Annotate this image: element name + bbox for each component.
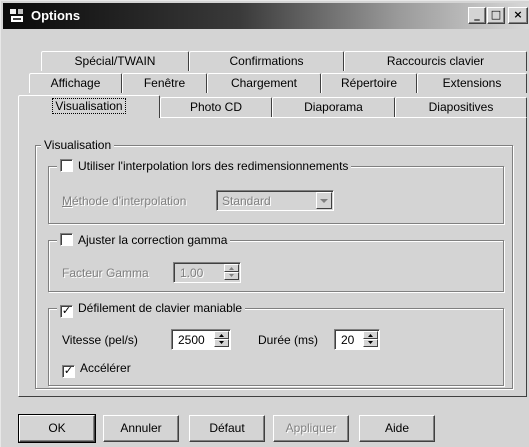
speed-spin-buttons[interactable]: [214, 331, 229, 348]
gamma-checkbox-label: Ajuster la correction gamma: [78, 233, 228, 247]
options-window: Options _ □ × Spécial/TWAIN Confirmation…: [0, 0, 529, 447]
tab-label: Confirmations: [229, 54, 304, 68]
tab-label: Visualisation: [52, 98, 126, 114]
gamma-checkbox-row[interactable]: Ajuster la correction gamma: [57, 233, 231, 247]
speed-spinner[interactable]: 2500: [171, 329, 231, 350]
duration-label: Durée (ms): [258, 333, 319, 347]
tab-diapositives[interactable]: Diapositives: [395, 97, 527, 117]
checkmark-icon: ✓: [63, 365, 74, 377]
maximize-button[interactable]: □: [487, 7, 505, 24]
checkmark-icon: ✓: [61, 305, 72, 317]
interpolation-method-value: Standard: [222, 194, 271, 208]
arrow-down-icon[interactable]: [224, 272, 239, 280]
gamma-spin-buttons[interactable]: [224, 264, 239, 281]
tab-diaporama[interactable]: Diaporama: [272, 97, 395, 117]
accelerate-checkbox-label: Accélérer: [80, 361, 131, 375]
maximize-icon: □: [490, 8, 502, 21]
ok-button-label: OK: [48, 421, 66, 435]
arrow-up-icon[interactable]: [214, 331, 229, 339]
gamma-checkbox[interactable]: [60, 233, 73, 246]
default-button-label: Défaut: [209, 421, 245, 435]
dropdown-button[interactable]: [316, 192, 332, 209]
interpolation-method-select[interactable]: Standard: [216, 190, 334, 211]
tab-photo-cd[interactable]: Photo CD: [160, 97, 272, 117]
tab-label: Extensions: [442, 76, 502, 90]
duration-spinner[interactable]: 20: [334, 329, 380, 350]
minimize-icon: _: [474, 8, 480, 21]
tab-fenetre[interactable]: Fenêtre: [122, 73, 207, 93]
cancel-button[interactable]: Annuler: [103, 415, 179, 442]
tab-confirmations[interactable]: Confirmations: [189, 51, 344, 71]
arrow-up-icon[interactable]: [224, 264, 239, 272]
tab-raccourcis-clavier[interactable]: Raccourcis clavier: [344, 51, 527, 71]
scroll-group: ✓ Défilement de clavier maniable Vitesse …: [48, 301, 504, 386]
title-bar[interactable]: Options _ □ ×: [3, 3, 529, 29]
speed-label: Vitesse (pel/s): [62, 333, 138, 347]
tab-label: Fenêtre: [143, 76, 186, 90]
minimize-button[interactable]: _: [468, 7, 486, 24]
arrow-down-icon[interactable]: [214, 339, 229, 347]
close-button[interactable]: ×: [508, 7, 528, 24]
tab-extensions[interactable]: Extensions: [417, 73, 527, 93]
tab-panel-visualisation: Visualisation Utiliser l'interpolation l…: [18, 117, 527, 397]
tab-visualisation[interactable]: Visualisation: [18, 95, 160, 118]
duration-value: 20: [341, 333, 355, 347]
tab-label: Diapositives: [428, 100, 494, 114]
gamma-group: Ajuster la correction gamma Facteur Gamm…: [48, 233, 504, 292]
help-button-label: Aide: [384, 421, 410, 435]
ok-button[interactable]: OK: [18, 414, 96, 443]
arrow-down-icon[interactable]: [363, 339, 378, 347]
interpolation-checkbox-label: Utiliser l'interpolation lors des redime…: [78, 159, 349, 173]
tab-label: Répertoire: [340, 76, 398, 90]
accelerate-checkbox-row[interactable]: ✓ Accélérer: [62, 361, 131, 378]
tab-special-twain[interactable]: Spécial/TWAIN: [41, 51, 189, 71]
tab-affichage[interactable]: Affichage: [29, 73, 122, 93]
accelerate-checkbox[interactable]: ✓: [62, 365, 75, 378]
help-button[interactable]: Aide: [359, 415, 435, 442]
tab-chargement[interactable]: Chargement: [207, 73, 321, 93]
default-button[interactable]: Défaut: [189, 415, 265, 442]
scroll-checkbox[interactable]: ✓: [60, 305, 73, 318]
gamma-factor-value: 1.00: [180, 266, 204, 280]
gamma-factor-label: Facteur Gamma: [62, 266, 149, 280]
window-title: Options: [31, 8, 81, 23]
arrow-up-icon[interactable]: [363, 331, 378, 339]
apply-button[interactable]: Appliquer: [273, 415, 349, 442]
duration-spin-buttons[interactable]: [363, 331, 378, 348]
tab-label: Spécial/TWAIN: [74, 54, 156, 68]
interpolation-checkbox-row[interactable]: Utiliser l'interpolation lors des redime…: [57, 159, 352, 173]
tab-label: Chargement: [230, 76, 298, 90]
scroll-checkbox-label: Défilement de clavier maniable: [78, 301, 243, 315]
chevron-down-icon: [320, 199, 328, 203]
interpolation-method-label: Méthode d'interpolation: [62, 194, 187, 208]
app-icon: [9, 8, 25, 24]
apply-button-label: Appliquer: [285, 421, 337, 435]
tab-label: Affichage: [50, 76, 101, 90]
tab-label: Raccourcis clavier: [386, 54, 485, 68]
tab-label: Diaporama: [304, 100, 363, 114]
speed-value: 2500: [178, 333, 205, 347]
interpolation-checkbox[interactable]: [60, 159, 73, 172]
gamma-factor-spinner[interactable]: 1.00: [173, 262, 241, 283]
close-icon: ×: [513, 8, 523, 21]
tab-repertoire[interactable]: Répertoire: [321, 73, 417, 93]
tab-label: Photo CD: [189, 100, 243, 114]
scroll-checkbox-row[interactable]: ✓ Défilement de clavier maniable: [57, 301, 246, 318]
visualisation-group-title: Visualisation: [41, 138, 115, 152]
cancel-button-label: Annuler: [120, 421, 162, 435]
visualisation-group: Visualisation Utiliser l'interpolation l…: [35, 138, 513, 389]
interpolation-group: Utiliser l'interpolation lors des redime…: [48, 159, 504, 224]
